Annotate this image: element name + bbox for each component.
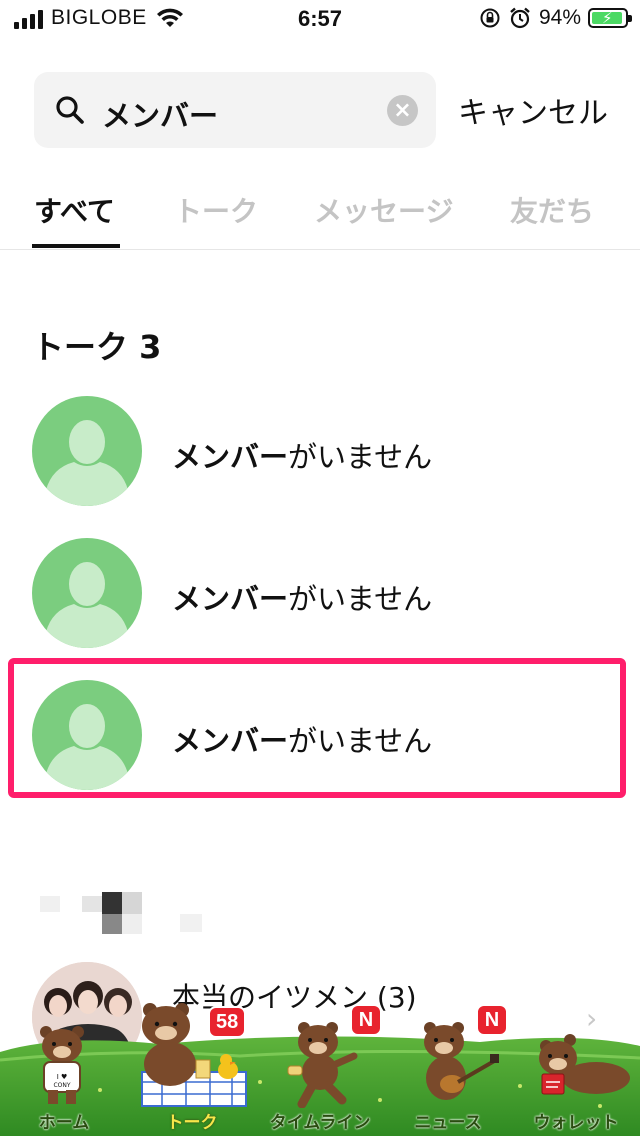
tab-wallet[interactable]: ウォレット [512, 1030, 640, 1136]
chat-name: メンバーがいません [172, 582, 433, 616]
svg-text:I ♥: I ♥ [57, 1073, 68, 1081]
tab-all[interactable]: すべて [34, 190, 115, 230]
highlight-annotation [8, 658, 626, 798]
timeline-bear-icon [287, 1022, 358, 1108]
wallet-bear-icon [539, 1034, 630, 1095]
tab-talk[interactable]: トーク [174, 190, 258, 230]
home-bear-icon: I ♥ CONY [40, 1026, 84, 1104]
default-avatar-icon [32, 396, 142, 506]
search-query[interactable]: メンバー [102, 93, 218, 135]
search-icon [56, 96, 84, 124]
tab-home-label: ホーム [38, 1113, 90, 1133]
tab-news-label: ニュース [414, 1113, 482, 1133]
tab-wallet-label: ウォレット [533, 1113, 619, 1133]
battery-icon: ⚡ [588, 8, 632, 28]
list-item[interactable]: メンバーがいません [0, 384, 640, 514]
talk-unread-badge: 58 [208, 1006, 247, 1038]
news-new-badge: N [476, 1004, 508, 1036]
tab-home[interactable]: I ♥ CONY ホーム [0, 1026, 128, 1136]
tab-timeline-label: タイムライン [269, 1113, 371, 1133]
alarm-icon [510, 7, 530, 29]
chat-name: メンバーがいません [172, 440, 433, 474]
timeline-new-badge: N [350, 1004, 382, 1036]
svg-text:CONY: CONY [53, 1082, 70, 1089]
battery-percent: 94% [538, 6, 581, 29]
search-input[interactable]: メンバー × [34, 72, 436, 148]
clear-search-icon[interactable]: × [387, 95, 418, 126]
tab-friends[interactable]: 友だち [510, 190, 594, 230]
obscured-section-header [40, 892, 210, 936]
tab-news[interactable]: N ニュース [384, 1004, 512, 1136]
active-tab-indicator [32, 244, 120, 248]
status-bar: BIGLOBE 6:57 94% ⚡ [0, 0, 640, 42]
rotation-lock-icon [480, 8, 500, 28]
tab-talk-nav[interactable]: 58 トーク [128, 1003, 256, 1136]
tab-timeline[interactable]: N タイムライン [256, 1004, 384, 1136]
default-avatar-icon [32, 538, 142, 648]
tab-messages[interactable]: メッセージ [314, 190, 453, 230]
section-title: トーク 3 [32, 328, 162, 366]
search-tabs: すべて トーク メッセージ 友だち [0, 168, 640, 250]
tab-talk-label: トーク [166, 1113, 218, 1133]
list-item[interactable]: メンバーがいません [0, 526, 640, 656]
bottom-tab-bar: I ♥ CONY ホーム 58 トーク N タイムライン N ニュース ウォレッ… [0, 1003, 640, 1136]
cancel-button[interactable]: キャンセル [458, 88, 608, 132]
